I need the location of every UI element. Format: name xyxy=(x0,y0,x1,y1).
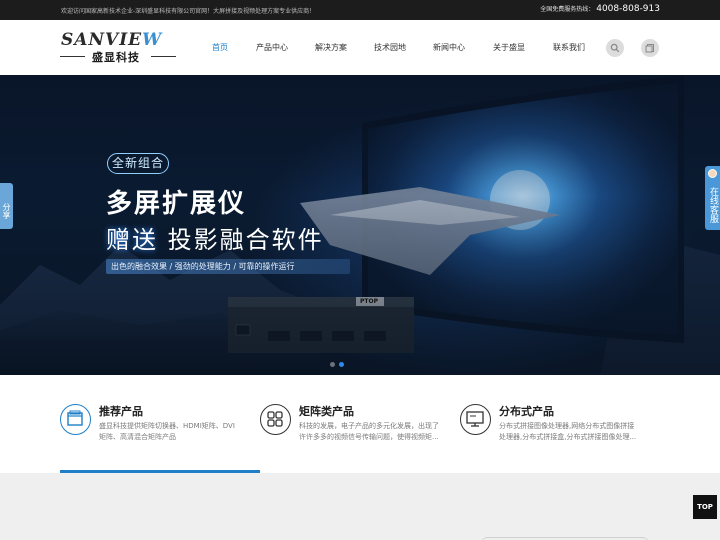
nav-item-solutions[interactable]: 解决方案 xyxy=(315,42,347,53)
monitor-icon xyxy=(460,404,491,435)
hero-banner[interactable]: PTOP 全新组合 多屏扩展仪 赠送 投影融合软件 出色的融合效果 / 强劲的处… xyxy=(0,75,720,375)
top-bar: 欢迎访问国家高新技术企业-深圳盛显科技有限公司官网！大屏拼接及视频处理方案专业供… xyxy=(0,0,720,20)
feature-desc: 分布式拼接图像处理器,网络分布式图像拼接处理器,分布式拼接盒,分布式拼接图像处理… xyxy=(499,422,637,441)
nav-item-contact[interactable]: 联系我们 xyxy=(553,42,585,53)
cart-button[interactable] xyxy=(641,39,659,57)
hotline-label: 全国免费服务热线： xyxy=(540,6,595,13)
nav-item-products[interactable]: 产品中心 xyxy=(256,42,288,53)
cart-icon xyxy=(645,44,654,53)
nav-item-news[interactable]: 新闻中心 xyxy=(433,42,465,53)
feature-desc: 科技的发展，电子产品的多元化发展，出现了许许多多的视频信号传输问题，使得视频矩.… xyxy=(299,422,439,441)
feature-title: 分布式产品 xyxy=(499,405,554,418)
slide-dot-1[interactable] xyxy=(330,362,335,367)
window-icon xyxy=(60,404,91,435)
banner-subhead: 赠送 投影融合软件 xyxy=(106,220,324,255)
device-brand: PTOP xyxy=(360,298,378,305)
page: 欢迎访问国家高新技术企业-深圳盛显科技有限公司官网！大屏拼接及视频处理方案专业供… xyxy=(0,0,720,540)
site-header: SANVIEW 盛显科技 首页 产品中心 解决方案 技术园地 新闻中心 关于盛显… xyxy=(0,20,720,75)
customer-service-label: 在线客服 xyxy=(708,187,718,223)
search-button[interactable] xyxy=(606,39,624,57)
welcome-text: 欢迎访问国家高新技术企业-深圳盛显科技有限公司官网！大屏拼接及视频处理方案专业供… xyxy=(61,8,316,15)
logo-brand: SANVIEW xyxy=(61,30,162,50)
banner-tagline: 出色的融合效果 / 强劲的处理能力 / 可靠的操作运行 xyxy=(106,259,350,274)
logo-divider-right xyxy=(151,56,176,57)
grid-icon xyxy=(260,404,291,435)
logo-chinese: 盛显科技 xyxy=(92,51,140,64)
feature-desc: 盛显科技提供矩阵切换器、HDMI矩阵、DVI矩阵、高清混合矩阵产品 xyxy=(99,422,235,441)
logo-brand-text: SANVIE xyxy=(61,30,143,50)
avatar-icon xyxy=(708,169,717,178)
nav-item-about[interactable]: 关于盛显 xyxy=(493,42,525,53)
customer-service-float-button[interactable]: 在线客服 xyxy=(705,166,720,230)
banner-headline: 多屏扩展仪 xyxy=(106,189,247,219)
feature-title: 矩阵类产品 xyxy=(299,405,354,418)
banner-subhead-rest: 投影融合软件 xyxy=(167,226,324,254)
nav-item-home[interactable]: 首页 xyxy=(212,42,228,53)
banner-subhead-highlight: 赠送 xyxy=(106,226,158,254)
share-float-button[interactable]: 分享 xyxy=(0,183,13,229)
content-section xyxy=(0,473,720,540)
logo-divider-left xyxy=(60,56,85,57)
logo-brand-w: W xyxy=(142,30,163,50)
logo[interactable]: SANVIEW 盛显科技 xyxy=(60,30,178,66)
feature-section: 推荐产品 盛显科技提供矩阵切换器、HDMI矩阵、DVI矩阵、高清混合矩阵产品 矩… xyxy=(0,375,720,473)
hotline: 全国免费服务热线： 4008-808-913 xyxy=(540,4,660,14)
search-icon xyxy=(610,43,620,53)
banner-tag: 全新组合 xyxy=(107,153,169,174)
slide-dot-2[interactable] xyxy=(339,362,344,367)
hotline-number[interactable]: 4008-808-913 xyxy=(596,4,660,14)
feature-title: 推荐产品 xyxy=(99,405,143,418)
back-to-top-button[interactable]: TOP xyxy=(693,495,717,519)
nav-item-tech[interactable]: 技术园地 xyxy=(374,42,406,53)
